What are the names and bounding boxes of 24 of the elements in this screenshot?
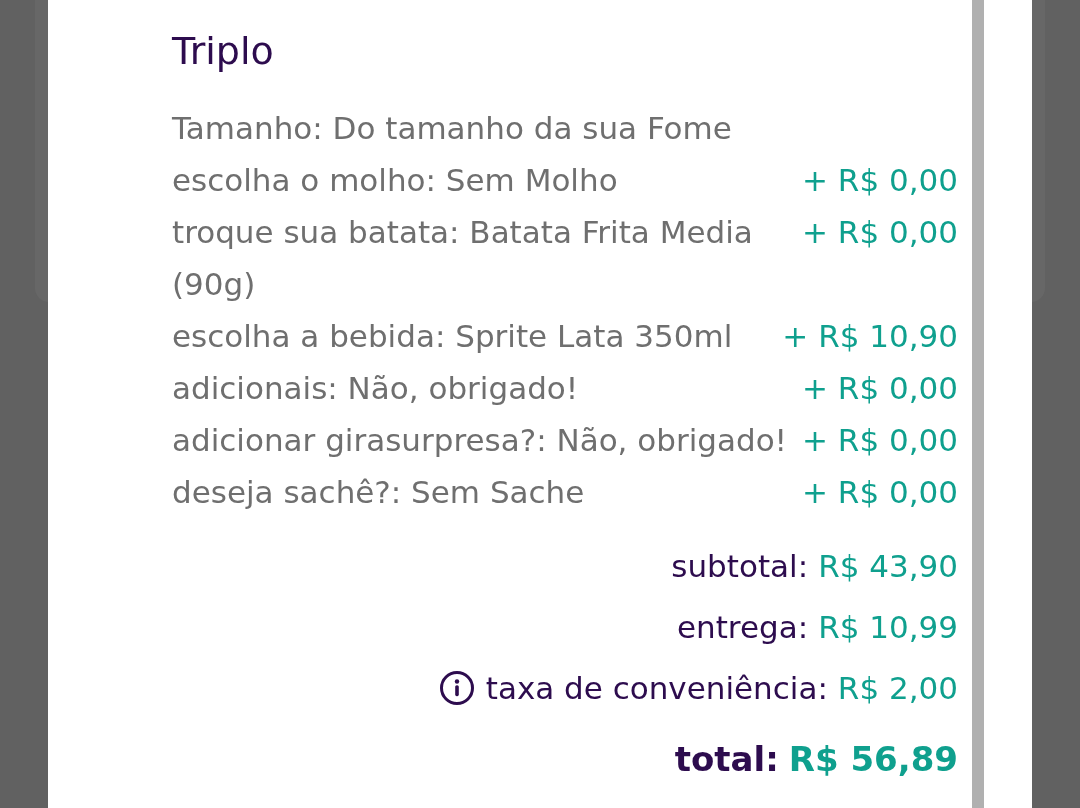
option-price: + R$ 0,00 <box>802 369 958 408</box>
option-price: + R$ 0,00 <box>802 213 958 252</box>
scrollbar-thumb[interactable] <box>972 0 984 808</box>
info-icon[interactable] <box>439 671 474 705</box>
option-text: escolha o molho: Sem Molho <box>172 161 619 200</box>
summary-label: taxa de conveniência: <box>485 669 828 708</box>
option-text: deseja sachê?: Sem Sache <box>172 473 586 512</box>
option-text: adicionar girasurpresa?: Não, obrigado! <box>172 421 789 460</box>
item-title: Triplo <box>172 28 275 75</box>
option-text: adicionais: Não, obrigado! <box>172 369 580 408</box>
option-price: + R$ 0,00 <box>802 473 958 512</box>
summary-value: R$ 43,90 <box>818 547 958 586</box>
summary-value: R$ 2,00 <box>837 669 958 708</box>
option-text: escolha a bebida: Sprite Lata 350ml <box>172 317 734 356</box>
summary-label: entrega: <box>677 608 809 647</box>
total-label: total: <box>674 738 779 781</box>
option-price: + R$ 10,90 <box>782 317 958 356</box>
summary-label: subtotal: <box>671 547 809 586</box>
option-price: + R$ 0,00 <box>802 421 958 460</box>
option-price: + R$ 0,00 <box>802 161 958 200</box>
option-text: troque sua batata: Batata Frita Media (90g) <box>172 213 754 304</box>
total-value: R$ 56,89 <box>788 738 958 781</box>
option-text: Tamanho: Do tamanho da sua Fome <box>172 109 733 148</box>
summary-value: R$ 10,99 <box>818 608 958 647</box>
